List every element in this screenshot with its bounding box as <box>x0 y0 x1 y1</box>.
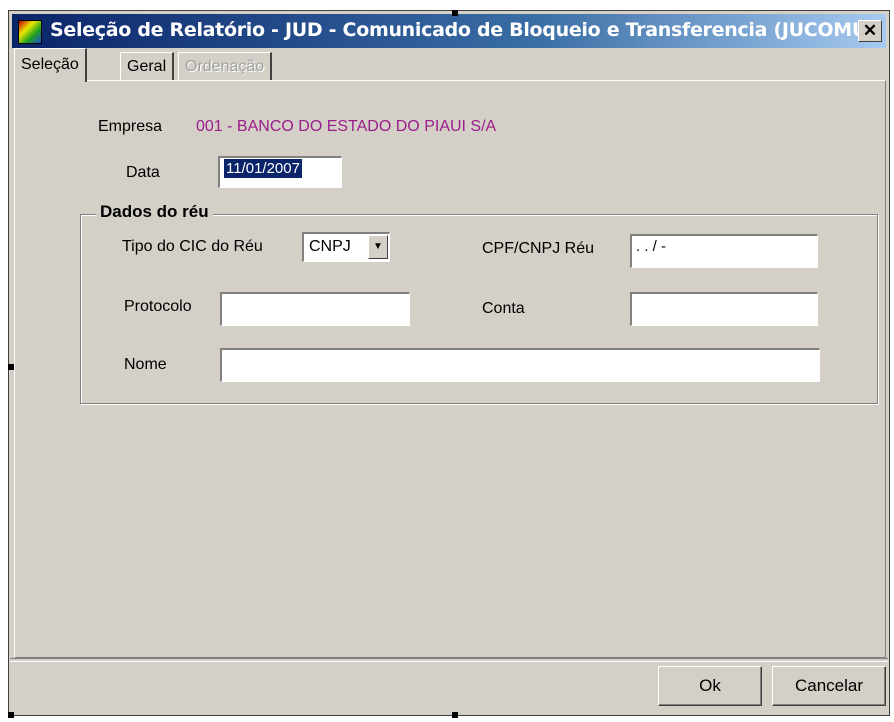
resize-handle-bottom[interactable] <box>452 712 458 718</box>
tab-selecao[interactable]: Seleção <box>14 48 87 82</box>
data-field[interactable]: 11/01/2007 <box>218 156 342 188</box>
tipo-cic-label: Tipo do CIC do Réu <box>122 238 263 255</box>
data-label: Data <box>126 164 160 181</box>
data-value: 11/01/2007 <box>224 159 302 178</box>
cpf-cnpj-mask: . . / - <box>636 238 666 255</box>
resize-handle-top[interactable] <box>452 10 458 16</box>
protocolo-label: Protocolo <box>124 298 192 315</box>
close-button[interactable]: ✕ <box>858 20 882 42</box>
resize-handle-left[interactable] <box>8 364 14 370</box>
cancel-button[interactable]: Cancelar <box>772 666 886 706</box>
tipo-cic-value: CNPJ <box>309 238 351 255</box>
resize-handle-bottom-left[interactable] <box>8 712 14 718</box>
tipo-cic-select[interactable]: CNPJ ▼ <box>302 232 390 262</box>
empresa-value: 001 - BANCO DO ESTADO DO PIAUI S/A <box>196 118 497 135</box>
tab-geral[interactable]: Geral <box>120 52 175 80</box>
app-icon <box>18 20 42 44</box>
cpf-cnpj-field[interactable]: . . / - <box>630 234 818 268</box>
nome-label: Nome <box>124 356 167 373</box>
cpf-cnpj-label: CPF/CNPJ Réu <box>482 240 595 257</box>
conta-label: Conta <box>482 300 525 317</box>
empresa-label: Empresa <box>98 118 163 135</box>
nome-field[interactable] <box>220 348 820 382</box>
group-title: Dados do réu <box>96 202 213 222</box>
window-title: Seleção de Relatório - JUD - Comunicado … <box>50 19 876 41</box>
protocolo-field[interactable] <box>220 292 410 326</box>
chevron-down-icon[interactable]: ▼ <box>368 235 388 259</box>
ok-button[interactable]: Ok <box>658 666 762 706</box>
separator <box>10 658 888 662</box>
tab-ordenacao: Ordenação <box>178 52 273 80</box>
conta-field[interactable] <box>630 292 818 326</box>
title-bar[interactable]: Seleção de Relatório - JUD - Comunicado … <box>12 14 886 48</box>
